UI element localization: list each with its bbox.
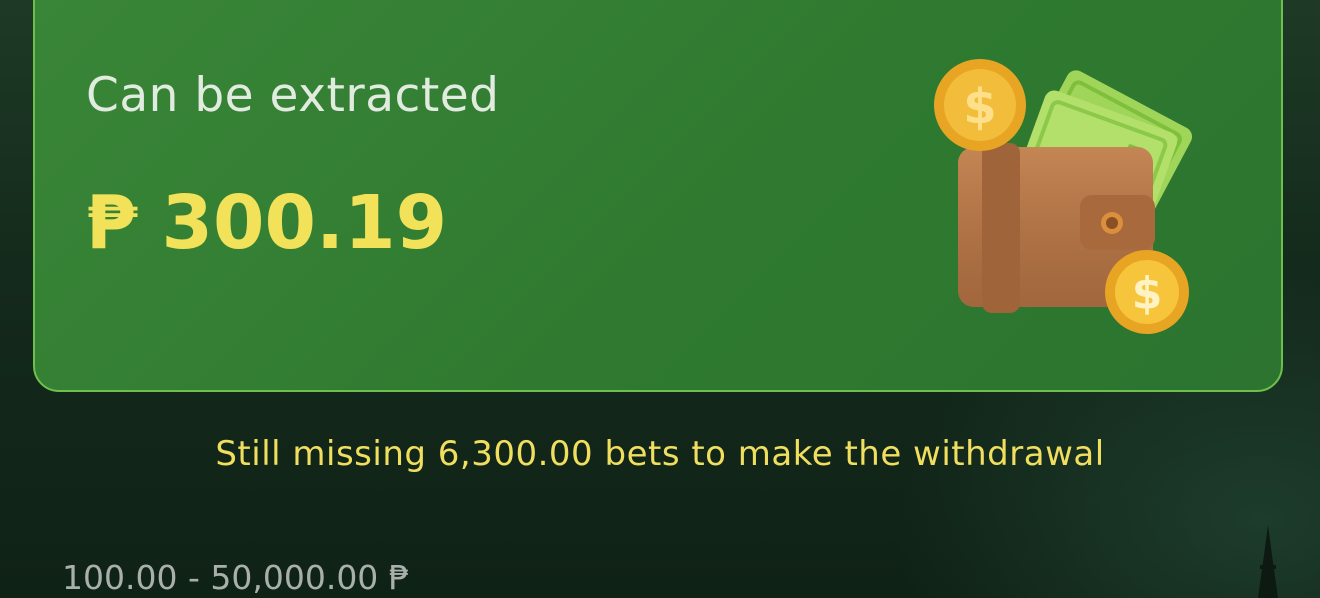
svg-text:$: $ — [1132, 268, 1163, 319]
wallet-with-coins-icon: $ $ — [934, 59, 1193, 334]
notice-suffix: bets to make the withdrawal — [593, 434, 1105, 474]
wagering-requirement-notice: Still missing 6,300.00 bets to make the … — [0, 434, 1320, 474]
amount-value: 300.19 — [161, 180, 448, 266]
withdrawable-amount: ₱ 300.19 — [86, 180, 447, 266]
tower-silhouette-icon — [1258, 525, 1278, 598]
card-title: Can be extracted — [86, 68, 500, 123]
currency-symbol: ₱ — [86, 180, 138, 266]
withdrawal-limit-range: 100.00 - 50,000.00 ₱ — [62, 558, 410, 597]
notice-amount: 6,300.00 — [437, 434, 594, 474]
svg-text:$: $ — [963, 79, 996, 135]
notice-prefix: Still missing — [215, 434, 438, 474]
